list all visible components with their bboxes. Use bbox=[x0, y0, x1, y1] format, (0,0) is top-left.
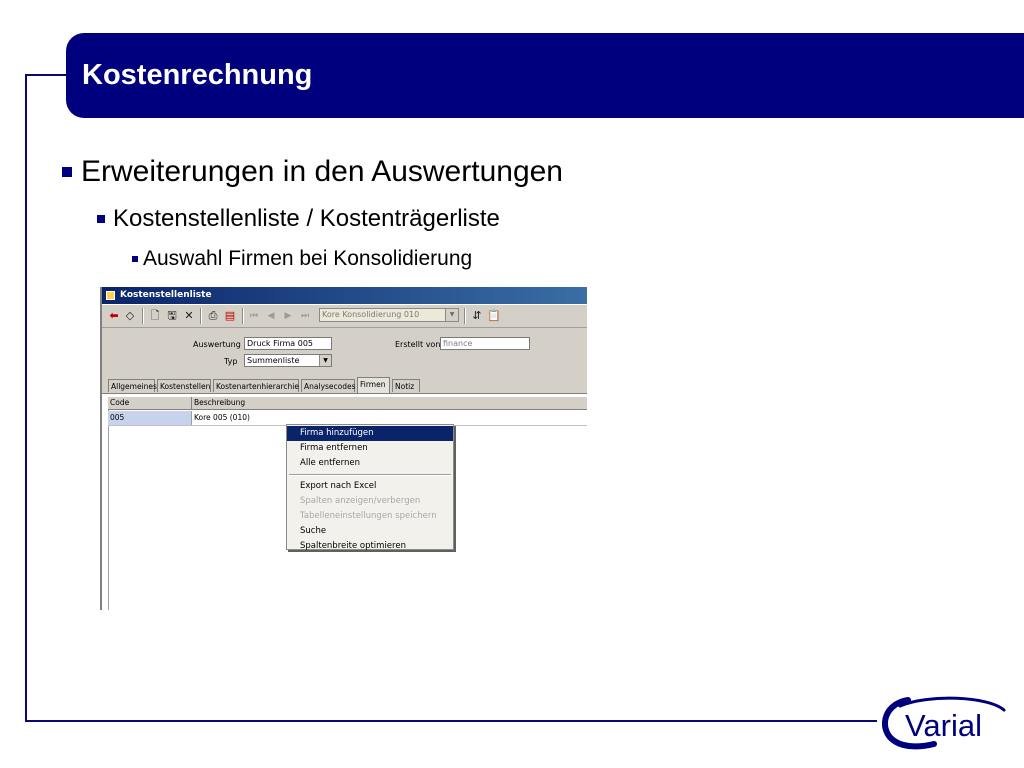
tab-analysecodes[interactable]: Analysecodes bbox=[301, 379, 356, 392]
eraser-icon[interactable]: ◇ bbox=[122, 308, 138, 324]
tab-notiz[interactable]: Notiz bbox=[392, 379, 420, 392]
typ-value: Summenliste bbox=[247, 356, 300, 365]
window-title: Kostenstellenliste bbox=[120, 290, 212, 300]
toolbar: ⬅ ◇ 🗋 🖫 ✕ ⎙ ▤ ⏮ ◀ ▶ ⏭ Kore Konsolidierun… bbox=[102, 305, 587, 328]
print-preview-icon[interactable]: ▤ bbox=[222, 308, 238, 324]
window-titlebar[interactable]: Kostenstellenliste bbox=[102, 287, 587, 304]
typ-select[interactable]: Summenliste ▼ bbox=[244, 354, 332, 367]
cell-code[interactable]: 005 bbox=[108, 411, 192, 425]
tab-kostenstellen[interactable]: Kostenstellen bbox=[157, 379, 211, 392]
tab-kostenartenhierarchie[interactable]: Kostenartenhierarchie bbox=[213, 379, 299, 392]
chevron-down-icon[interactable]: ▼ bbox=[445, 309, 458, 321]
erstellt-von-value: finance bbox=[443, 339, 473, 348]
filter-form: Auswertung Druck Firma 005 Typ Summenlis… bbox=[102, 328, 587, 383]
varial-logo: Varial bbox=[882, 696, 1006, 750]
bullet-text: Erweiterungen in den Auswertungen bbox=[81, 155, 563, 188]
frame-line-bottom bbox=[25, 720, 877, 722]
toolbar-separator bbox=[464, 308, 466, 324]
print-icon[interactable]: ⎙ bbox=[205, 308, 221, 324]
new-document-icon[interactable]: 🗋 bbox=[147, 308, 163, 324]
cell-beschreibung[interactable]: Kore 005 (010) bbox=[192, 411, 587, 425]
context-menu: Firma hinzufügen Firma entfernen Alle en… bbox=[286, 424, 454, 551]
menu-item-firma-hinzufuegen[interactable]: Firma hinzufügen bbox=[287, 426, 453, 441]
bullet-square-icon bbox=[62, 167, 72, 177]
grid-header: Code Beschreibung bbox=[108, 397, 587, 410]
bullet-text: Auswahl Firmen bei Konsolidierung bbox=[143, 247, 473, 270]
frame-line-top bbox=[25, 74, 67, 76]
logo-text: Varial bbox=[905, 708, 982, 743]
menu-separator bbox=[289, 474, 451, 476]
last-record-icon[interactable]: ⏭ bbox=[297, 308, 313, 324]
bullet-level-2: Kostenstellenliste / Kostenträgerliste bbox=[97, 205, 500, 233]
slide-title: Kostenrechnung bbox=[82, 59, 313, 91]
toolbar-separator bbox=[200, 308, 202, 324]
auswertung-label: Auswertung bbox=[193, 340, 241, 349]
grid-border bbox=[108, 397, 109, 610]
auswertung-input[interactable]: Druck Firma 005 bbox=[244, 337, 332, 350]
erstellt-von-label: Erstellt von bbox=[395, 340, 441, 349]
menu-item-alle-entfernen[interactable]: Alle entfernen bbox=[287, 456, 453, 471]
title-banner: Kostenrechnung bbox=[66, 33, 1024, 118]
menu-item-firma-entfernen[interactable]: Firma entfernen bbox=[287, 441, 453, 456]
menu-item-suche[interactable]: Suche bbox=[287, 524, 453, 539]
application-screenshot: Kostenstellenliste ⬅ ◇ 🗋 🖫 ✕ ⎙ ▤ ⏮ ◀ ▶ ⏭… bbox=[100, 287, 587, 610]
toolbar-separator bbox=[142, 308, 144, 324]
chevron-down-icon[interactable]: ▼ bbox=[319, 355, 331, 366]
tab-bar: Allgemeines Kostenstellen Kostenartenhie… bbox=[102, 377, 587, 394]
back-arrow-icon[interactable]: ⬅ bbox=[106, 308, 122, 324]
bullet-level-1: Erweiterungen in den Auswertungen bbox=[62, 155, 563, 189]
bullet-square-icon bbox=[97, 215, 105, 223]
auswertung-value: Druck Firma 005 bbox=[247, 339, 313, 348]
save-icon[interactable]: 🖫 bbox=[164, 308, 180, 324]
export-icon[interactable]: ⇵ bbox=[469, 308, 485, 324]
menu-item-export-excel[interactable]: Export nach Excel bbox=[287, 479, 453, 494]
next-record-icon[interactable]: ▶ bbox=[280, 308, 296, 324]
tab-allgemeines[interactable]: Allgemeines bbox=[108, 379, 157, 392]
frame-line-left bbox=[25, 74, 27, 722]
bullet-square-icon bbox=[132, 256, 138, 262]
erstellt-von-input[interactable]: finance bbox=[440, 337, 530, 350]
toolbar-separator bbox=[242, 308, 244, 324]
delete-icon[interactable]: ✕ bbox=[181, 308, 197, 324]
tab-firmen[interactable]: Firmen bbox=[357, 377, 390, 393]
typ-label: Typ bbox=[224, 357, 238, 366]
clipboard-icon[interactable]: 📋 bbox=[486, 308, 502, 324]
menu-item-spalten-anzeigen: Spalten anzeigen/verbergen bbox=[300, 496, 421, 506]
menu-item-tabelleneinstellungen: Tabelleneinstellungen speichern bbox=[300, 511, 437, 521]
company-select[interactable]: Kore Konsolidierung 010 ▼ bbox=[319, 308, 459, 322]
bullet-text: Kostenstellenliste / Kostenträgerliste bbox=[113, 205, 500, 232]
company-select-value: Kore Konsolidierung 010 bbox=[322, 310, 420, 319]
app-icon bbox=[106, 291, 115, 300]
column-header-code[interactable]: Code bbox=[108, 397, 192, 409]
first-record-icon[interactable]: ⏮ bbox=[246, 308, 262, 324]
menu-item-spaltenbreite[interactable]: Spaltenbreite optimieren bbox=[287, 539, 453, 554]
bullet-level-3: Auswahl Firmen bei Konsolidierung bbox=[132, 247, 472, 271]
column-header-beschreibung[interactable]: Beschreibung bbox=[192, 397, 587, 409]
previous-record-icon[interactable]: ◀ bbox=[263, 308, 279, 324]
